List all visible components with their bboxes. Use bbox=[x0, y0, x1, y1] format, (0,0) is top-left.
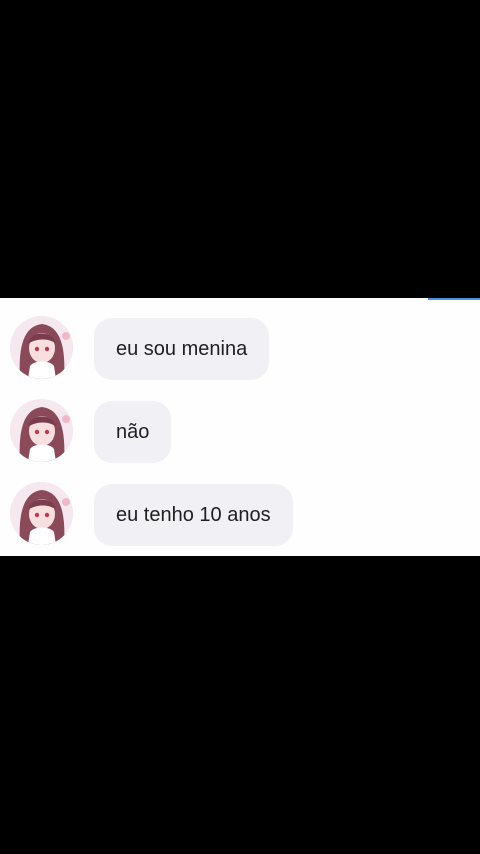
message-row: eu sou menina bbox=[0, 316, 480, 382]
message-bubble[interactable]: não bbox=[94, 401, 172, 463]
message-bubble[interactable]: eu tenho 10 anos bbox=[94, 484, 293, 546]
anime-girl-avatar-icon[interactable] bbox=[10, 316, 73, 379]
message-row: eu tenho 10 anos bbox=[0, 482, 480, 548]
accent-line bbox=[428, 298, 480, 300]
chat-panel: eu sou menina não eu tenho 10 anos bbox=[0, 298, 480, 556]
message-row: não bbox=[0, 399, 480, 465]
anime-girl-avatar-icon[interactable] bbox=[10, 482, 73, 545]
letterbox-bottom bbox=[0, 556, 480, 854]
message-bubble[interactable]: eu sou menina bbox=[94, 318, 270, 380]
letterbox-top bbox=[0, 0, 480, 298]
anime-girl-avatar-icon[interactable] bbox=[10, 399, 73, 462]
